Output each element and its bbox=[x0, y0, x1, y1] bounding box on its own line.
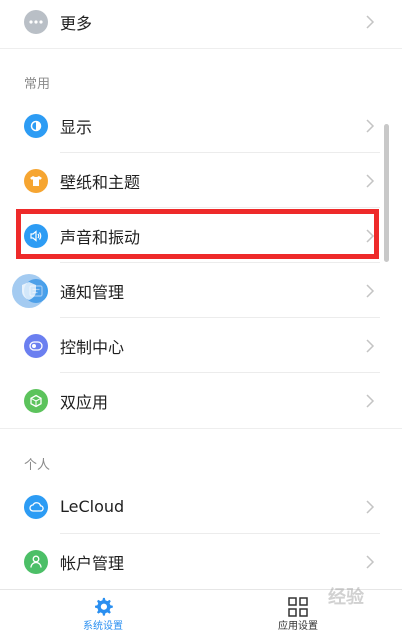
chevron-right-icon bbox=[366, 14, 375, 29]
shield-icon bbox=[22, 282, 36, 300]
list-item-label: 控制中心 bbox=[60, 337, 125, 357]
section-separator bbox=[0, 428, 402, 429]
section-separator bbox=[0, 48, 402, 49]
section-header-personal: 个人 bbox=[24, 458, 51, 473]
list-item-control-center[interactable]: 控制中心 bbox=[0, 318, 402, 373]
gear-icon bbox=[95, 597, 113, 616]
list-item-label: 显示 bbox=[60, 117, 93, 137]
tab-label: 系统设置 bbox=[83, 621, 123, 632]
list-item-label: 更多 bbox=[60, 13, 93, 33]
wallpaper-icon bbox=[24, 168, 48, 193]
chevron-right-icon bbox=[366, 554, 375, 569]
control-center-icon bbox=[24, 333, 48, 358]
list-item-notification-management[interactable]: 通知管理 bbox=[0, 263, 402, 318]
chevron-right-icon bbox=[366, 173, 375, 188]
display-icon bbox=[24, 113, 48, 138]
tab-system-settings[interactable]: 系统设置 bbox=[43, 590, 163, 633]
list-item-label: LeCloud bbox=[60, 497, 125, 516]
list-item-wallpaper-theme[interactable]: 壁纸和主题 bbox=[0, 153, 402, 208]
highlight-box bbox=[16, 209, 379, 259]
chevron-right-icon bbox=[366, 283, 375, 298]
chevron-right-icon bbox=[366, 338, 375, 353]
list-item-label: 帐户管理 bbox=[60, 553, 125, 573]
more-icon bbox=[24, 9, 48, 34]
list-item-display[interactable]: 显示 bbox=[0, 98, 402, 153]
section-header-common: 常用 bbox=[24, 77, 51, 92]
chevron-right-icon bbox=[366, 118, 375, 133]
watermark-text: 经验 bbox=[328, 587, 364, 608]
chevron-right-icon bbox=[366, 393, 375, 408]
chevron-right-icon bbox=[366, 499, 375, 514]
list-item-dual-app[interactable]: 双应用 bbox=[0, 373, 402, 428]
tab-label: 应用设置 bbox=[278, 621, 318, 632]
list-item-more[interactable]: 更多 bbox=[0, 0, 402, 49]
cloud-icon bbox=[24, 494, 48, 519]
list-item-label: 壁纸和主题 bbox=[60, 172, 141, 192]
account-icon bbox=[24, 549, 48, 574]
dual-app-icon bbox=[24, 388, 48, 413]
list-item-label: 通知管理 bbox=[60, 282, 125, 302]
list-item-label: 双应用 bbox=[60, 392, 109, 412]
list-item-lecloud[interactable]: LeCloud bbox=[0, 479, 402, 534]
watermark-logo: 经验 bbox=[292, 572, 400, 620]
scrollbar[interactable] bbox=[384, 124, 389, 262]
floating-assistant-bubble[interactable] bbox=[12, 274, 46, 308]
